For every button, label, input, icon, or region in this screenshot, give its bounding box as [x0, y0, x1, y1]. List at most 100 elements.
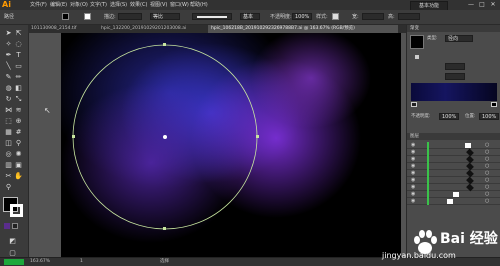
stroke-gradient-icon[interactable] — [415, 55, 419, 59]
right-panel-dock: 渐变 类型: 径向 不透明度: 100% 位置: 100% 图层 ◉ ○ ◉ ○… — [406, 25, 500, 257]
gradient-ramp[interactable] — [411, 83, 497, 101]
gradient-stop[interactable] — [411, 102, 417, 107]
gradient-location-label: 位置: — [465, 114, 476, 119]
symbol-sprayer-icon[interactable]: ✺ — [14, 150, 23, 159]
width-tool-icon[interactable]: ⋈ — [4, 106, 13, 115]
pencil-icon[interactable]: ✏ — [14, 73, 23, 82]
menu-view[interactable]: 视图(V) — [150, 0, 167, 10]
fill-swatch[interactable] — [62, 13, 69, 20]
width-field[interactable] — [362, 13, 384, 20]
gradient-swatch-preview[interactable] — [410, 35, 424, 49]
layer-row[interactable]: ◉ ○ — [407, 191, 500, 198]
brush-definition[interactable] — [192, 13, 232, 20]
gradient-location-field[interactable]: 100% — [479, 113, 499, 120]
magic-wand-icon[interactable]: ✧ — [4, 40, 13, 49]
width-label: 宽: — [352, 14, 359, 20]
artboard-canvas[interactable] — [61, 33, 401, 257]
free-transform-icon[interactable]: ⬚ — [4, 117, 13, 126]
status-app-icon — [4, 259, 24, 265]
gradient-panel-tab[interactable]: 渐变 — [407, 25, 500, 32]
gradient-type-select[interactable]: 径向 — [445, 35, 473, 42]
paintbrush-icon[interactable]: ✎ — [4, 73, 13, 82]
minimize-button[interactable]: — — [466, 1, 476, 9]
opacity-label: 不透明度: — [270, 14, 292, 20]
zoom-tool-icon[interactable]: ⚲ — [4, 183, 13, 192]
gradient-opacity-label: 不透明度: — [411, 114, 431, 119]
center-point — [163, 135, 167, 139]
watermark-brand: Bai 经验 — [440, 231, 498, 247]
layer-row[interactable]: ◉ ○ — [407, 198, 500, 205]
artboard-tool-icon[interactable]: ▣ — [14, 161, 23, 170]
lasso-icon[interactable]: ◌ — [14, 40, 23, 49]
anchor-point — [256, 135, 259, 138]
eyedropper-icon[interactable]: ⚲ — [14, 139, 23, 148]
layer-row[interactable]: ◉ ○ — [407, 169, 500, 178]
baidu-watermark: Bai 经验 jingyan.baidu.com — [368, 225, 500, 265]
layer-row[interactable]: ◉ ○ — [407, 176, 500, 185]
stroke-swatch[interactable] — [84, 13, 91, 20]
gradient-tool-icon[interactable]: ◫ — [4, 139, 13, 148]
menu-object[interactable]: 对象(O) — [70, 0, 88, 10]
scale-tool-icon[interactable]: ⤡ — [14, 95, 23, 104]
menu-effect[interactable]: 效果(C) — [130, 0, 147, 10]
document-tab[interactable]: hpic_132200_20191029201203008.ai — [98, 25, 208, 33]
stroke-color-icon[interactable] — [10, 204, 23, 217]
layer-row[interactable]: ◉ ○ — [407, 142, 500, 149]
height-label: 高: — [388, 14, 395, 20]
brush-stroke-preview — [197, 16, 227, 18]
selection-tool-icon[interactable]: ➤ — [4, 29, 13, 38]
anchor-point — [163, 227, 166, 230]
column-graph-icon[interactable]: ▥ — [4, 161, 13, 170]
menu-type[interactable]: 文字(T) — [90, 0, 107, 10]
perspective-grid-icon[interactable]: ▦ — [4, 128, 13, 137]
gradient-mode-icon[interactable] — [12, 223, 18, 229]
gradient-angle-field[interactable] — [445, 63, 465, 70]
mesh-tool-icon[interactable]: # — [14, 128, 23, 137]
line-tool-icon[interactable]: ╲ — [4, 62, 13, 71]
gradient-opacity-field[interactable]: 100% — [439, 113, 459, 120]
document-tab[interactable]: 101130908_2154.tif — [28, 25, 98, 33]
blob-brush-icon[interactable]: ◍ — [4, 84, 13, 93]
maximize-button[interactable]: □ — [477, 1, 487, 9]
layer-row[interactable]: ◉ ○ — [407, 148, 500, 157]
layers-panel-tab[interactable]: 图层 — [407, 133, 500, 140]
menu-window[interactable]: 窗口(W) — [170, 0, 189, 10]
menu-bar: Ai 文件(F) 编辑(E) 对象(O) 文字(T) 选择(S) 效果(C) 视… — [0, 0, 500, 11]
slice-tool-icon[interactable]: ✂ — [4, 172, 13, 181]
graphic-style-swatch[interactable] — [332, 13, 339, 20]
type-tool-icon[interactable]: T — [14, 51, 23, 60]
artwork — [61, 33, 401, 257]
rectangle-tool-icon[interactable]: ▭ — [14, 62, 23, 71]
anchor-point — [163, 43, 166, 46]
layer-row[interactable]: ◉ ○ — [407, 155, 500, 164]
close-button[interactable]: ✕ — [488, 1, 498, 9]
menu-file[interactable]: 文件(F) — [30, 0, 47, 10]
document-tab-active[interactable]: hpic_106218B_2019102923269788B7.ai @ 163… — [208, 25, 398, 33]
warp-tool-icon[interactable]: ≋ — [14, 106, 23, 115]
brush-name[interactable]: 基本 — [240, 13, 260, 20]
color-mode-icon[interactable] — [4, 223, 10, 229]
layer-row[interactable]: ◉ ○ — [407, 162, 500, 171]
blend-tool-icon[interactable]: ◎ — [4, 150, 13, 159]
menu-edit[interactable]: 编辑(E) — [50, 0, 67, 10]
opacity-field[interactable]: 100% — [292, 13, 312, 20]
gradient-stop[interactable] — [491, 102, 497, 107]
stroke-weight-field[interactable] — [118, 13, 142, 20]
layer-row[interactable]: ◉ ○ — [407, 183, 500, 192]
shape-builder-icon[interactable]: ⊕ — [14, 117, 23, 126]
eraser-icon[interactable]: ◧ — [14, 84, 23, 93]
hand-tool-icon[interactable]: ✋ — [14, 172, 23, 181]
app-logo: Ai — [2, 0, 11, 9]
menu-select[interactable]: 选择(S) — [110, 0, 127, 10]
mouse-cursor-icon: ↖ — [44, 106, 51, 115]
gradient-aspect-field[interactable] — [445, 73, 465, 80]
draw-mode-icon[interactable]: ◩ — [8, 237, 17, 246]
gradient-stops — [411, 102, 497, 107]
direct-selection-tool-icon[interactable]: ⇱ — [14, 29, 23, 38]
height-field[interactable] — [398, 13, 420, 20]
rotate-tool-icon[interactable]: ↻ — [4, 95, 13, 104]
pen-tool-icon[interactable]: ✒ — [4, 51, 13, 60]
glow-blob — [61, 83, 241, 243]
variable-width-profile[interactable]: 等比 — [150, 13, 180, 20]
menu-help[interactable]: 帮助(H) — [190, 0, 208, 10]
